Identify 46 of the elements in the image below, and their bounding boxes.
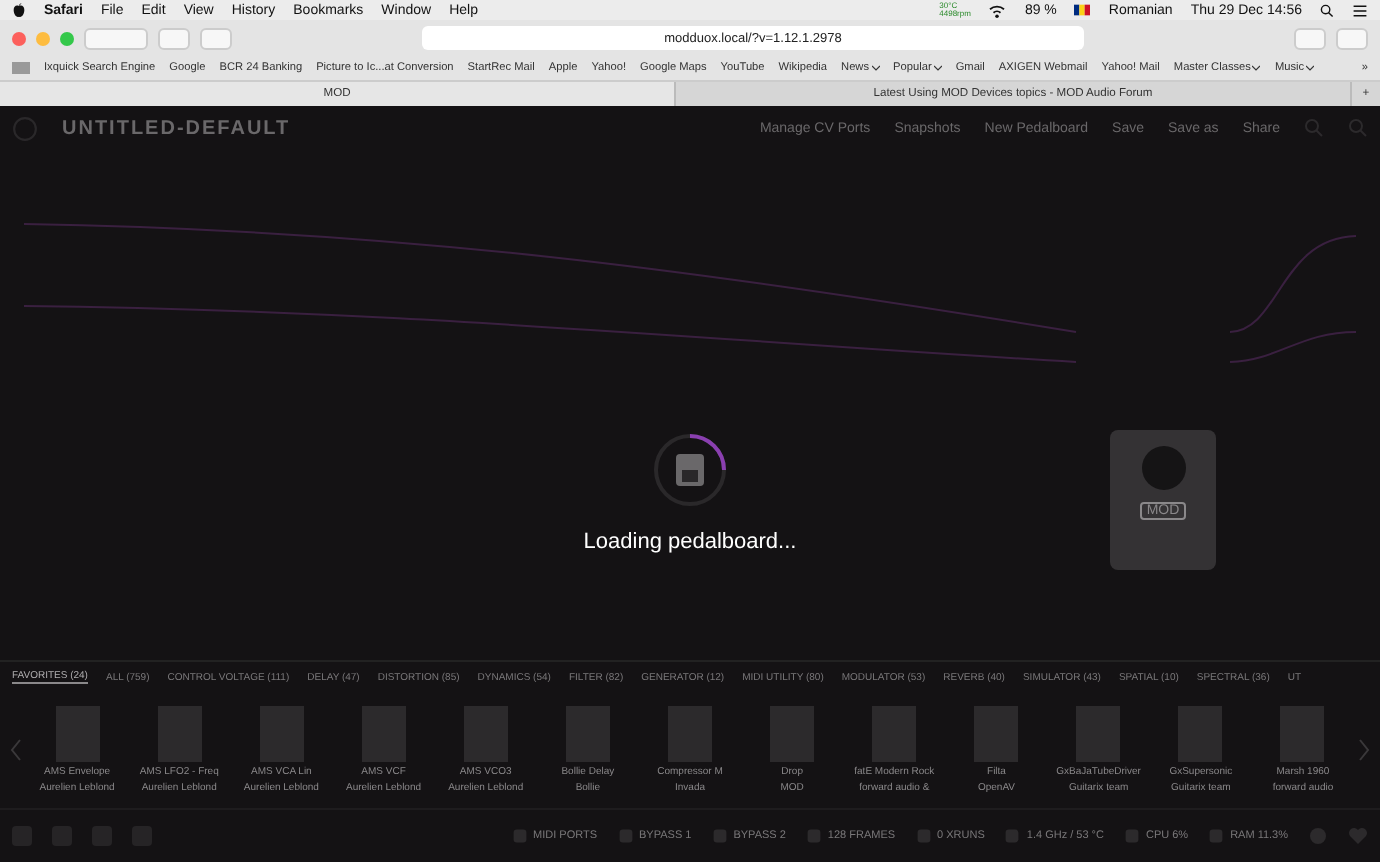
plugin-thumbnail[interactable] <box>872 706 917 762</box>
status-icon <box>511 828 528 844</box>
status-icon <box>711 828 728 844</box>
plugin-thumbnail[interactable] <box>1076 706 1121 762</box>
share-button[interactable] <box>1294 27 1326 49</box>
plugin-thumbnail[interactable] <box>463 706 508 762</box>
status-icon <box>805 828 822 844</box>
plugin-thumbnail[interactable] <box>1178 706 1223 762</box>
chevron-down-icon[interactable] <box>871 64 880 72</box>
plugin-thumbnail[interactable] <box>770 706 815 762</box>
chevron-down-icon[interactable] <box>1252 64 1261 72</box>
plugin-thumbnail[interactable] <box>1280 706 1325 762</box>
flag-icon[interactable] <box>1074 4 1091 16</box>
close-button[interactable] <box>12 31 26 45</box>
pedalboard-title: UNTITLED-DEFAULT <box>62 117 291 139</box>
wifi-icon[interactable] <box>988 3 1007 17</box>
plugin-thumbnail[interactable] <box>361 706 406 762</box>
plugin-thumbnail[interactable] <box>259 706 304 762</box>
grid-icon[interactable] <box>12 62 30 74</box>
plugin-thumbnail[interactable] <box>565 706 610 762</box>
chevron-right-icon[interactable] <box>1356 738 1373 762</box>
plugin-thumbnail[interactable] <box>157 706 202 762</box>
settings-icon[interactable] <box>1308 826 1328 846</box>
sidebar-button[interactable] <box>158 27 190 49</box>
plugin-thumbnail[interactable] <box>668 706 712 762</box>
chevron-left-icon[interactable] <box>8 738 24 762</box>
plugin-thumbnail[interactable] <box>55 706 100 762</box>
status-icon <box>1004 828 1021 844</box>
chevron-down-icon[interactable] <box>933 64 942 72</box>
apple-logo-icon[interactable] <box>12 2 26 18</box>
chevron-down-icon[interactable] <box>1306 64 1315 72</box>
knob-icon[interactable] <box>1141 446 1185 490</box>
loading-spinner-icon <box>650 430 730 510</box>
status-icon <box>915 828 932 844</box>
list-icon[interactable] <box>1352 3 1368 17</box>
status-icon <box>1123 828 1140 844</box>
tab-overview-button[interactable] <box>200 27 232 49</box>
minimize-button[interactable] <box>36 31 50 45</box>
heart-icon[interactable] <box>1348 826 1368 846</box>
loading-message: Loading pedalboard... <box>583 530 797 554</box>
tabs-button[interactable] <box>1336 27 1368 49</box>
zoom-button[interactable] <box>60 31 74 45</box>
search-icon[interactable] <box>1320 3 1334 17</box>
plugin-thumbnail[interactable] <box>974 706 1019 762</box>
status-icon <box>617 828 634 844</box>
status-icon <box>1208 828 1225 844</box>
